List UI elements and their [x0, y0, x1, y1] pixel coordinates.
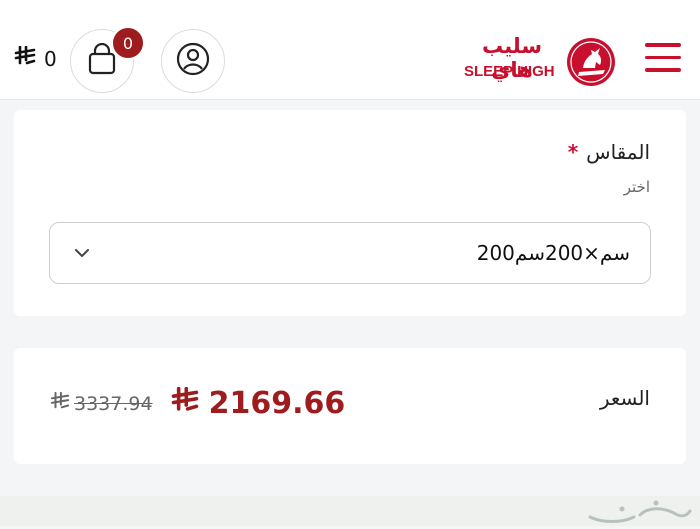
chevron-down-icon — [72, 245, 92, 259]
riyal-icon — [50, 391, 70, 415]
current-price: 2169.66 — [171, 386, 346, 421]
size-selected-value: 200سم×200سم — [476, 241, 630, 265]
price-row: 3337.94 2169.66 — [50, 386, 345, 421]
account-button[interactable] — [161, 29, 225, 93]
price-label: السعر — [599, 386, 650, 410]
riyal-icon — [171, 386, 199, 420]
price-card: السعر 3337.94 2169.66 — [14, 348, 686, 464]
menu-button[interactable] — [645, 43, 681, 75]
cart-count-badge: 0 — [111, 26, 145, 60]
riyal-icon — [14, 45, 36, 71]
size-option-card: المقاس * اختر 200سم×200سم — [14, 110, 686, 316]
logo-english-text: SLEEP HIGH — [464, 63, 555, 80]
site-logo[interactable]: سليب هاي SLEEP HIGH — [462, 34, 618, 88]
size-field-hint: اختر — [623, 178, 650, 196]
current-price-value: 2169.66 — [208, 386, 346, 421]
size-field-label: المقاس * — [568, 140, 650, 164]
account-icon — [176, 42, 210, 80]
horse-logo-icon — [565, 36, 617, 88]
size-select[interactable]: 200سم×200سم — [49, 222, 651, 284]
cart-total-value: 0 — [44, 46, 57, 71]
original-price-value: 3337.94 — [74, 392, 153, 415]
required-marker: * — [567, 140, 579, 164]
original-price: 3337.94 — [50, 391, 153, 415]
watermark-logo — [582, 497, 692, 525]
menu-icon — [645, 43, 681, 72]
site-header: 0 0 سليب هاي SLEEP HIGH — [0, 0, 700, 100]
cart-total[interactable]: 0 — [14, 45, 57, 71]
size-label-text: المقاس — [586, 140, 650, 164]
